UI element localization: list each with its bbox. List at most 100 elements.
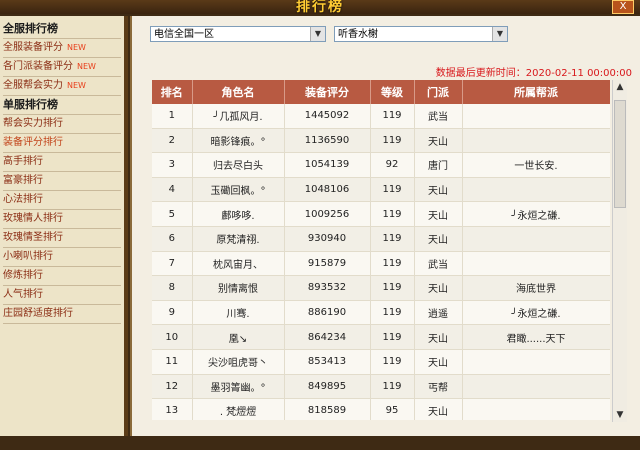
cell-guild	[462, 349, 610, 375]
sidebar-item-label: 帮会实力排行	[3, 118, 63, 129]
cell-rank: 10	[152, 324, 193, 350]
sidebar-item-label: 装备评分排行	[3, 137, 63, 148]
table-row[interactable]: 9 川骞. 886190 119 逍遥 ╯永烜之磏.	[152, 300, 610, 326]
cell-rank: 13	[152, 398, 193, 420]
table-scrollbar[interactable]: ▲ ▼	[612, 80, 627, 422]
chevron-down-icon[interactable]: ▼	[492, 27, 507, 41]
table-row[interactable]: 3 归去尽白头 1054139 92 唐门 一世长安.	[152, 152, 610, 178]
sidebar-item[interactable]: 修炼排行	[3, 267, 121, 286]
cell-name: 墨羽箐幽。°	[192, 374, 285, 400]
cell-guild: 君瞰......天下	[462, 324, 610, 350]
cell-level: 119	[370, 275, 415, 301]
cell-sect: 天山	[414, 201, 463, 227]
cell-score: 849895	[284, 374, 371, 400]
sidebar-item-label: 心法排行	[3, 194, 43, 205]
table-row[interactable]: 5 鄜哆哆. 1009256 119 天山 ╯永烜之磏.	[152, 201, 610, 227]
cell-score: 818589	[284, 398, 371, 420]
close-button[interactable]: X	[612, 0, 634, 14]
cell-name: 川骞.	[192, 300, 285, 326]
col-header-rank: 排名	[152, 80, 193, 104]
cell-rank: 7	[152, 251, 193, 277]
cell-guild: ╯永烜之磏.	[462, 300, 610, 326]
sidebar-item-label: 全服排行榜	[3, 22, 58, 35]
ranking-table: 排名 角色名 装备评分 等级 门派 所属帮派 1 ╯几孤风月. 1445092 119…	[152, 80, 610, 420]
scroll-up-icon[interactable]: ▲	[613, 80, 627, 94]
cell-rank: 11	[152, 349, 193, 375]
cell-sect: 唐门	[414, 152, 463, 178]
sidebar-item[interactable]: 全服帮会实力 NEW	[3, 77, 121, 96]
cell-level: 119	[370, 226, 415, 252]
ranking-table-container: 排名 角色名 装备评分 等级 门派 所属帮派 1 ╯几孤风月. 1445092 119…	[152, 80, 610, 420]
cell-rank: 9	[152, 300, 193, 326]
table-header-row: 排名 角色名 装备评分 等级 门派 所属帮派	[152, 80, 610, 104]
cell-guild: ╯永烜之磏.	[462, 201, 610, 227]
table-row[interactable]: 13. 梵熤熤 818589 95 天山	[152, 398, 610, 420]
cell-rank: 8	[152, 275, 193, 301]
cell-guild	[462, 398, 610, 420]
sidebar-item-label: 修炼排行	[3, 270, 43, 281]
sidebar-item-label: 全服帮会实力	[3, 80, 63, 91]
sidebar-item[interactable]: 各门派装备评分 NEW	[3, 58, 121, 77]
cell-rank: 12	[152, 374, 193, 400]
cell-sect: 天山	[414, 398, 463, 420]
table-row[interactable]: 11 尖沙咀虎哥丶 853413 119 天山	[152, 349, 610, 375]
cell-score: 853413	[284, 349, 371, 375]
cell-level: 119	[370, 128, 415, 154]
sidebar-item[interactable]: 全服装备评分 NEW	[3, 39, 121, 58]
sidebar-item[interactable]: 装备评分排行	[3, 134, 121, 153]
sidebar-item[interactable]: 小喇叭排行	[3, 248, 121, 267]
sidebar-item-label: 高手排行	[3, 156, 43, 167]
col-header-guild: 所属帮派	[462, 80, 610, 104]
table-row[interactable]: 10 凰↘ 864234 119 天山 君瞰......天下	[152, 324, 610, 350]
cell-sect: 逍遥	[414, 300, 463, 326]
sidebar-item-label: 富豪排行	[3, 175, 43, 186]
sidebar: 全服排行榜 全服装备评分 NEW 各门派装备评分 NEW 全服帮会实力 NEW 单服排行榜 帮会…	[0, 16, 128, 436]
realm-select[interactable]: 听香水榭 ▼	[334, 26, 508, 42]
cell-sect: 天山	[414, 177, 463, 203]
window-bottom-border	[0, 440, 640, 450]
cell-sect: 天山	[414, 275, 463, 301]
table-row[interactable]: 6 原梵清祤. 930940 119 天山	[152, 226, 610, 252]
cell-guild	[462, 374, 610, 400]
cell-level: 95	[370, 398, 415, 420]
scrollbar-thumb[interactable]	[614, 100, 626, 208]
sidebar-item[interactable]: 庄园舒适度排行	[3, 305, 121, 324]
cell-guild	[462, 251, 610, 277]
sidebar-item[interactable]: 人气排行	[3, 286, 121, 305]
cell-score: 930940	[284, 226, 371, 252]
new-badge: NEW	[67, 81, 86, 90]
cell-rank: 4	[152, 177, 193, 203]
table-row[interactable]: 7 枕风宙月、 915879 119 武当	[152, 251, 610, 277]
sidebar-item[interactable]: 帮会实力排行	[3, 115, 121, 134]
cell-score: 1136590	[284, 128, 371, 154]
table-row[interactable]: 4 玉磡回枫。° 1048106 119 天山	[152, 177, 610, 203]
cell-guild: 一世长安.	[462, 152, 610, 178]
cell-sect: 天山	[414, 349, 463, 375]
cell-rank: 2	[152, 128, 193, 154]
cell-name: 玉磡回枫。°	[192, 177, 285, 203]
server-select[interactable]: 电信全国一区 ▼	[150, 26, 326, 42]
table-row[interactable]: 1 ╯几孤风月. 1445092 119 武当	[152, 104, 610, 129]
cell-name: 枕风宙月、	[192, 251, 285, 277]
chevron-down-icon[interactable]: ▼	[310, 27, 325, 41]
table-row[interactable]: 8 别情离恨 893532 119 天山 海底世界	[152, 275, 610, 301]
cell-score: 1048106	[284, 177, 371, 203]
cell-guild	[462, 177, 610, 203]
sidebar-item-label: 单服排行榜	[3, 98, 58, 111]
sidebar-item[interactable]: 玫瑰情人排行	[3, 210, 121, 229]
scroll-down-icon[interactable]: ▼	[613, 408, 627, 422]
cell-name: . 梵熤熤	[192, 398, 285, 420]
server-select-value: 电信全国一区	[154, 29, 214, 40]
cell-sect: 天山	[414, 324, 463, 350]
table-row[interactable]: 2 暗影锋痕。° 1136590 119 天山	[152, 128, 610, 154]
sidebar-item[interactable]: 高手排行	[3, 153, 121, 172]
sidebar-item-label: 各门派装备评分	[3, 61, 73, 72]
table-row[interactable]: 12 墨羽箐幽。° 849895 119 丐帮	[152, 374, 610, 400]
sidebar-section-header: 单服排行榜	[3, 96, 121, 115]
update-time: 数据最后更新时间：2020-02-11 00:00:00	[435, 68, 632, 79]
sidebar-item[interactable]: 富豪排行	[3, 172, 121, 191]
sidebar-item[interactable]: 玫瑰情圣排行	[3, 229, 121, 248]
sidebar-item[interactable]: 心法排行	[3, 191, 121, 210]
cell-name: 鄜哆哆.	[192, 201, 285, 227]
cell-score: 893532	[284, 275, 371, 301]
